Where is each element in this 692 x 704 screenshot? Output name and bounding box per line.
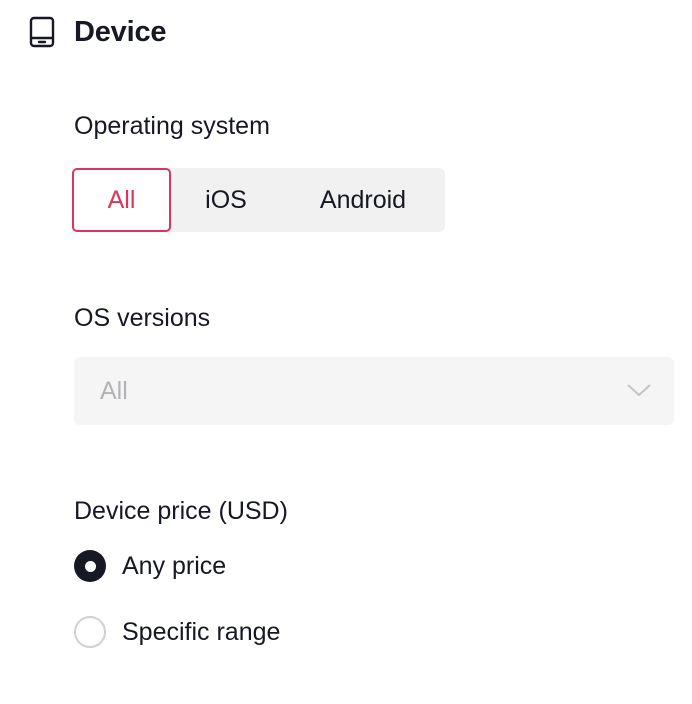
radio-checked-icon[interactable] <box>74 550 106 582</box>
radio-label-any-price: Any price <box>122 551 227 580</box>
os-option-ios[interactable]: iOS <box>171 168 281 232</box>
section-header: Device <box>28 14 167 50</box>
radio-any-price[interactable]: Any price <box>74 550 226 582</box>
radio-label-specific-range: Specific range <box>122 617 281 646</box>
device-price-label: Device price (USD) <box>74 497 288 525</box>
os-versions-select[interactable]: All <box>74 357 674 425</box>
radio-unchecked-icon[interactable] <box>74 616 106 648</box>
device-icon <box>28 14 56 50</box>
radio-specific-range[interactable]: Specific range <box>74 616 280 648</box>
os-versions-label: OS versions <box>74 304 211 332</box>
section-title: Device <box>74 15 167 48</box>
os-option-all[interactable]: All <box>72 168 171 232</box>
operating-system-segmented-control: All iOS Android <box>72 168 445 232</box>
operating-system-label: Operating system <box>74 112 270 140</box>
os-versions-value: All <box>100 376 128 405</box>
os-option-android[interactable]: Android <box>281 168 445 232</box>
chevron-down-icon <box>626 379 652 401</box>
